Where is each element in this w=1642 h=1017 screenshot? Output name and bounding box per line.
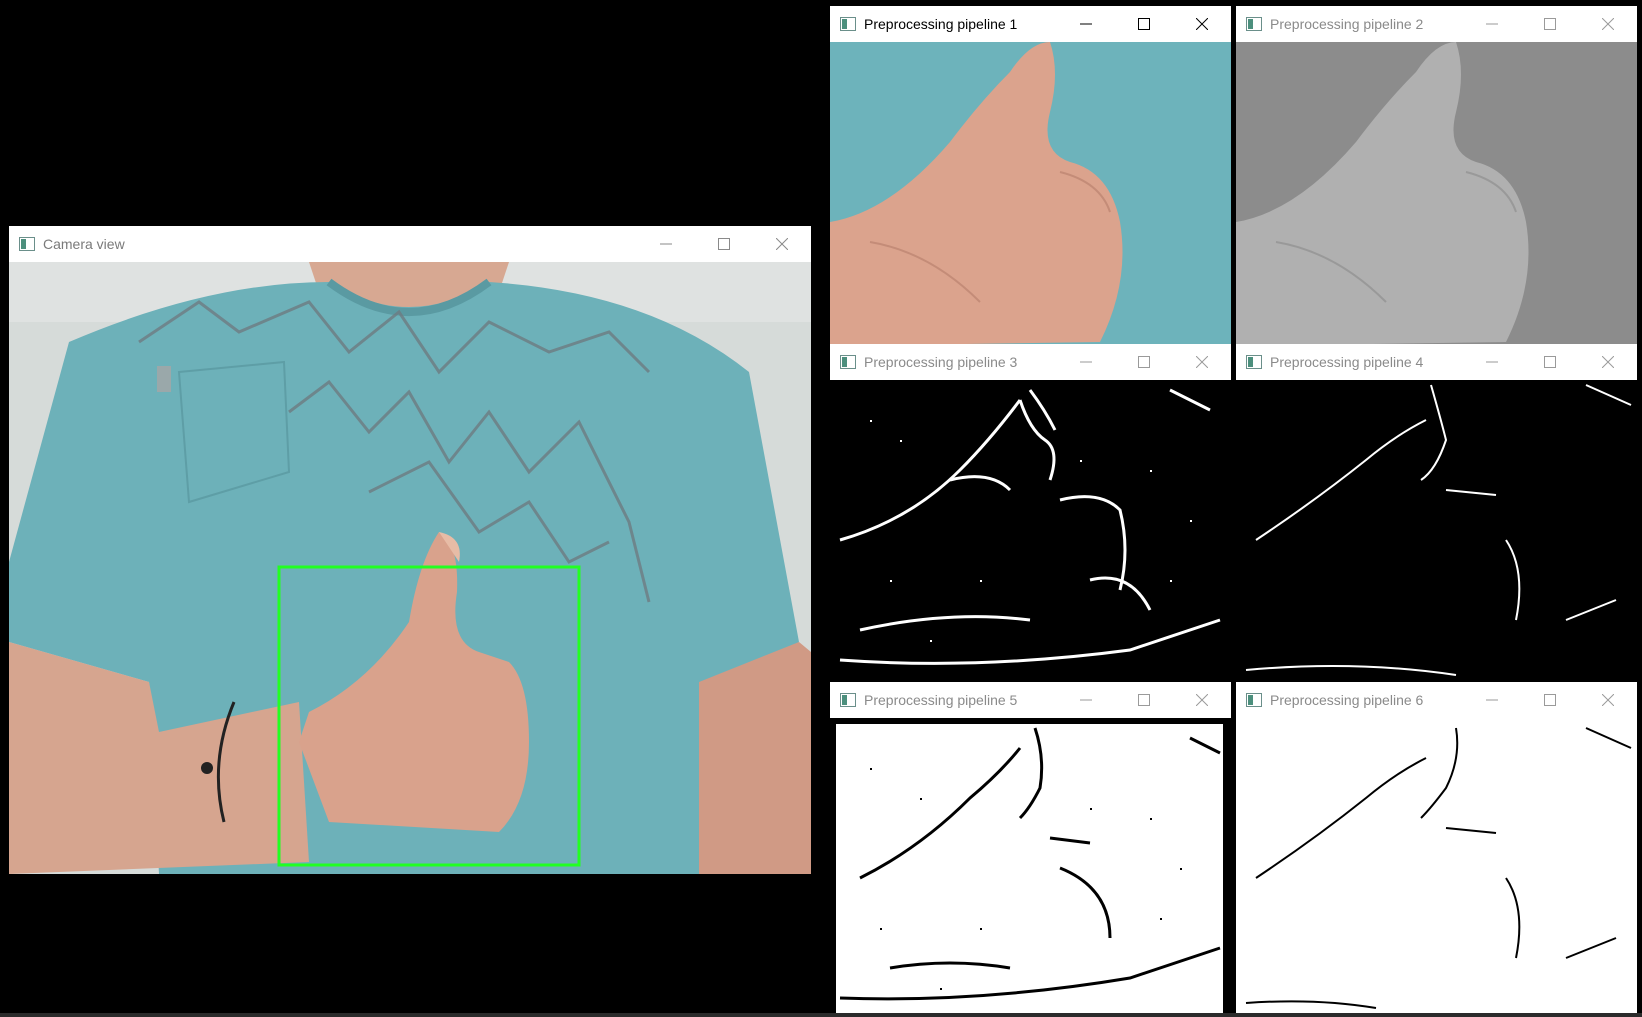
window-title: Preprocessing pipeline 2 (1270, 16, 1424, 32)
camera-image (9, 262, 811, 874)
close-button[interactable] (1173, 6, 1231, 42)
minimize-button[interactable] (1057, 344, 1115, 380)
close-icon (1602, 694, 1614, 706)
camera-view-window[interactable]: Camera view (9, 226, 811, 874)
maximize-icon (718, 238, 730, 250)
window-title: Camera view (43, 236, 125, 252)
close-button[interactable] (1579, 682, 1637, 718)
maximize-icon (1138, 356, 1150, 368)
minimize-button[interactable] (1463, 682, 1521, 718)
maximize-icon (1138, 694, 1150, 706)
maximize-button[interactable] (1521, 682, 1579, 718)
maximize-icon (1138, 18, 1150, 30)
minimize-button[interactable] (637, 226, 695, 262)
window-title: Preprocessing pipeline 5 (864, 692, 1018, 708)
maximize-button[interactable] (1521, 344, 1579, 380)
pipeline-4-titlebar[interactable]: Preprocessing pipeline 4 (1236, 344, 1637, 380)
pipeline-6-window[interactable]: Preprocessing pipeline 6 (1236, 682, 1637, 1017)
minimize-icon (1486, 23, 1498, 25)
pipeline-2-image (1236, 42, 1637, 346)
pipeline-1-titlebar[interactable]: Preprocessing pipeline 1 (830, 6, 1231, 42)
pipeline-3-window[interactable]: Preprocessing pipeline 3 (830, 344, 1231, 682)
pipeline-2-titlebar[interactable]: Preprocessing pipeline 2 (1236, 6, 1637, 42)
pipeline-4-window[interactable]: Preprocessing pipeline 4 (1236, 344, 1637, 682)
minimize-icon (1080, 361, 1092, 363)
taskbar-edge (0, 1013, 1642, 1017)
minimize-icon (660, 243, 672, 245)
minimize-icon (1486, 361, 1498, 363)
window-title: Preprocessing pipeline 4 (1270, 354, 1424, 370)
pipeline-2-window[interactable]: Preprocessing pipeline 2 (1236, 6, 1637, 346)
pipeline-5-titlebar[interactable]: Preprocessing pipeline 5 (830, 682, 1231, 718)
close-button[interactable] (753, 226, 811, 262)
opencv-window-icon (19, 237, 35, 251)
opencv-window-icon (840, 355, 856, 369)
minimize-icon (1080, 23, 1092, 25)
pipeline-1-window[interactable]: Preprocessing pipeline 1 (830, 6, 1231, 346)
pipeline-6-image (1236, 718, 1637, 1017)
opencv-window-icon (1246, 693, 1262, 707)
pipeline-5-image (830, 718, 1231, 1017)
close-icon (776, 238, 788, 250)
opencv-window-icon (840, 693, 856, 707)
maximize-button[interactable] (695, 226, 753, 262)
maximize-button[interactable] (1115, 6, 1173, 42)
maximize-icon (1544, 18, 1556, 30)
minimize-button[interactable] (1463, 6, 1521, 42)
minimize-button[interactable] (1057, 6, 1115, 42)
maximize-button[interactable] (1521, 6, 1579, 42)
camera-view-titlebar[interactable]: Camera view (9, 226, 811, 262)
opencv-window-icon (1246, 355, 1262, 369)
pipeline-4-image (1236, 380, 1637, 682)
pipeline-1-image (830, 42, 1231, 346)
maximize-icon (1544, 694, 1556, 706)
close-icon (1602, 18, 1614, 30)
maximize-button[interactable] (1115, 682, 1173, 718)
window-title: Preprocessing pipeline 3 (864, 354, 1018, 370)
close-icon (1196, 356, 1208, 368)
minimize-icon (1486, 699, 1498, 701)
close-button[interactable] (1173, 344, 1231, 380)
close-icon (1196, 18, 1208, 30)
close-icon (1196, 694, 1208, 706)
pipeline-6-titlebar[interactable]: Preprocessing pipeline 6 (1236, 682, 1637, 718)
minimize-button[interactable] (1057, 682, 1115, 718)
minimize-button[interactable] (1463, 344, 1521, 380)
pipeline-5-window[interactable]: Preprocessing pipeline 5 (830, 682, 1231, 1017)
window-title: Preprocessing pipeline 1 (864, 16, 1018, 32)
minimize-icon (1080, 699, 1092, 701)
opencv-window-icon (1246, 17, 1262, 31)
close-button[interactable] (1579, 6, 1637, 42)
close-button[interactable] (1579, 344, 1637, 380)
close-button[interactable] (1173, 682, 1231, 718)
opencv-window-icon (840, 17, 856, 31)
pipeline-3-image (830, 380, 1231, 682)
maximize-button[interactable] (1115, 344, 1173, 380)
close-icon (1602, 356, 1614, 368)
maximize-icon (1544, 356, 1556, 368)
pipeline-3-titlebar[interactable]: Preprocessing pipeline 3 (830, 344, 1231, 380)
window-title: Preprocessing pipeline 6 (1270, 692, 1424, 708)
